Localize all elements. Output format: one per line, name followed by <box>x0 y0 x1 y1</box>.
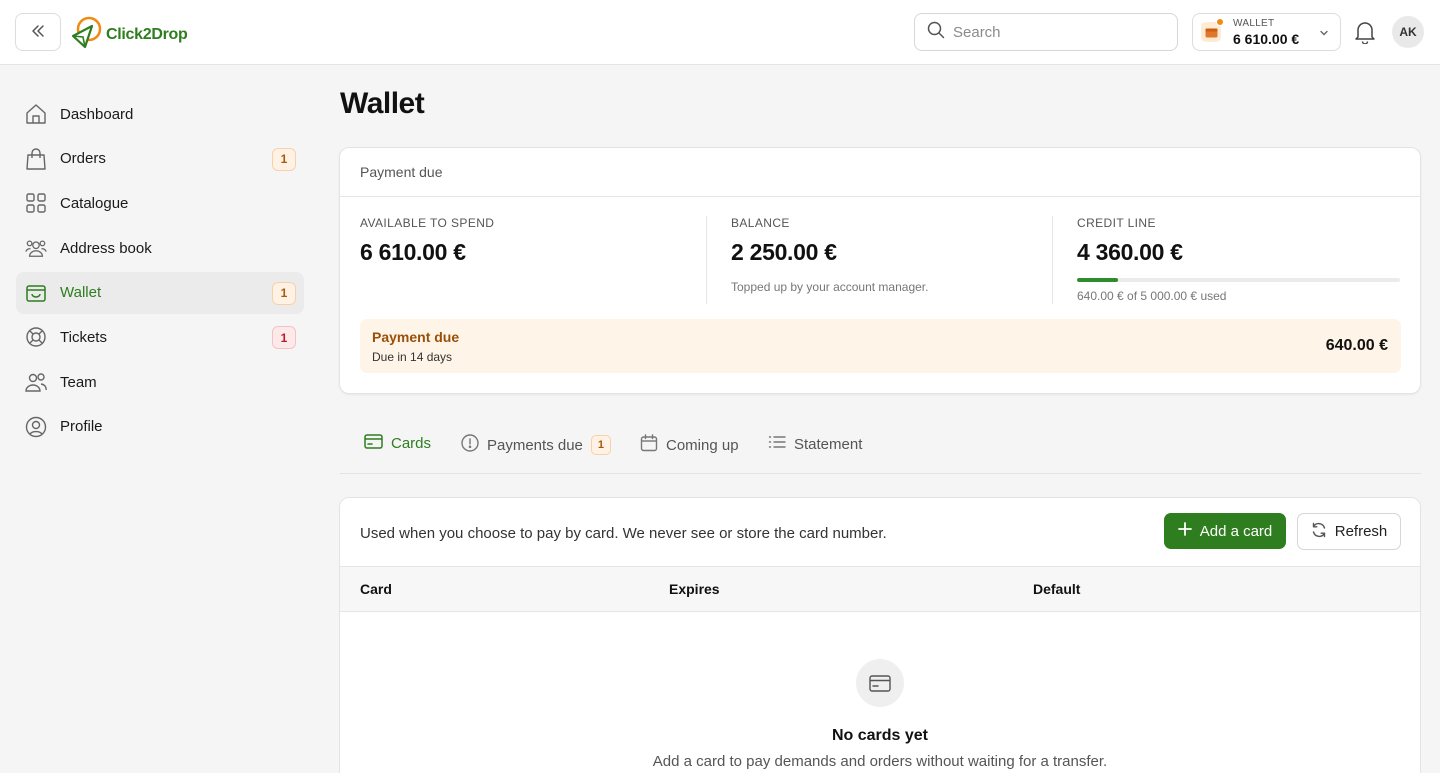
tickets-count-badge: 1 <box>272 326 296 350</box>
notification-dot <box>1216 18 1224 26</box>
payment-due-amount: 640.00 € <box>1325 337 1388 354</box>
sidebar-item-wallet[interactable]: Wallet 1 <box>16 271 304 314</box>
add-card-label: Add a card <box>1199 522 1273 540</box>
sidebar-item-label: Dashboard <box>60 105 134 123</box>
sidebar-item-label: Profile <box>60 418 103 436</box>
divider <box>706 216 707 304</box>
refresh-button[interactable]: Refresh <box>1297 513 1401 550</box>
sidebar-item-catalogue[interactable]: Catalogue <box>16 182 304 224</box>
cards-table-header: Card Expires Default <box>340 566 1420 612</box>
chevron-down-icon <box>1318 26 1330 44</box>
wallet-icon <box>1201 18 1224 42</box>
column-header-expires[interactable]: Expires <box>669 581 720 597</box>
tab-label: Payments due <box>487 436 583 454</box>
tab-label: Statement <box>794 435 863 453</box>
sidebar-item-tickets[interactable]: Tickets 1 <box>16 316 304 358</box>
refresh-label: Refresh <box>1334 523 1388 540</box>
tab-label: Cards <box>391 435 432 452</box>
payments-due-badge: 1 <box>590 435 611 455</box>
wallet-summary-card: Payment due AVAILABLE TO SPEND 6 610.00 … <box>339 147 1421 394</box>
bell-icon[interactable] <box>1354 20 1376 49</box>
search-icon <box>927 21 945 44</box>
lifebuoy-icon <box>25 326 47 348</box>
tab-coming-up[interactable]: Coming up <box>640 434 739 456</box>
sidebar-item-label: Team <box>60 373 97 391</box>
team-icon <box>25 371 47 393</box>
stats-row: AVAILABLE TO SPEND 6 610.00 € BALANCE 2 … <box>340 216 1420 308</box>
column-header-card[interactable]: Card <box>360 581 392 597</box>
tab-payments-due[interactable]: Payments due 1 <box>461 434 611 456</box>
top-bar: Click2Drop WALLET 6 610.00 € AK <box>0 0 1440 65</box>
balance-stat: BALANCE 2 250.00 € Topped up by your acc… <box>731 216 928 294</box>
available-stat: AVAILABLE TO SPEND 6 610.00 € <box>360 216 494 266</box>
sidebar-item-team[interactable]: Team <box>16 361 304 403</box>
empty-state-title: No cards yet <box>831 727 929 744</box>
collapse-sidebar-button[interactable] <box>15 13 61 51</box>
logo-mark-icon <box>70 14 104 55</box>
shopping-bag-icon <box>25 148 47 170</box>
page-title: Wallet <box>340 87 425 120</box>
sidebar-item-label: Address book <box>60 239 152 257</box>
wallet-amount: 6 610.00 € <box>1233 30 1300 47</box>
sidebar-item-address-book[interactable]: Address book <box>16 227 304 269</box>
credit-note: 640.00 € of 5 000.00 € used <box>1077 289 1227 303</box>
wallet-tabs: Cards Payments due 1 Coming up Statement <box>340 423 1421 474</box>
available-label: AVAILABLE TO SPEND <box>360 216 495 230</box>
credit-stat: CREDIT LINE 4 360.00 € 640.00 € of 5 000… <box>1077 216 1400 303</box>
credit-usage-bar <box>1077 278 1400 282</box>
payment-due-banner[interactable]: Payment due Due in 14 days 640.00 € <box>360 319 1401 373</box>
payment-due-subtitle: Due in 14 days <box>372 350 453 364</box>
calendar-icon <box>640 434 658 456</box>
credit-value: 4 360.00 € <box>1077 239 1183 265</box>
sidebar: Dashboard Orders 1 Catalogue Address boo… <box>16 93 304 451</box>
wallet-dropdown[interactable]: WALLET 6 610.00 € <box>1192 13 1341 51</box>
logo-text: Click2Drop <box>106 25 188 43</box>
sidebar-item-label: Tickets <box>60 328 107 346</box>
users-group-icon <box>25 237 47 259</box>
search-input[interactable] <box>953 23 1153 41</box>
add-card-button[interactable]: Add a card <box>1164 513 1286 549</box>
tab-statement[interactable]: Statement <box>768 434 862 454</box>
summary-header: Payment due <box>340 148 1420 197</box>
divider <box>1052 216 1053 304</box>
plus-icon <box>1177 522 1192 540</box>
avatar[interactable]: AK <box>1392 16 1424 48</box>
balance-label: BALANCE <box>731 216 790 230</box>
double-chevron-left-icon <box>29 22 47 43</box>
tab-label: Coming up <box>666 436 739 454</box>
alert-circle-icon <box>461 434 479 456</box>
column-header-default[interactable]: Default <box>1033 581 1080 597</box>
cards-panel: Used when you choose to pay by card. We … <box>339 497 1421 773</box>
grid-icon <box>25 192 47 214</box>
sidebar-item-orders[interactable]: Orders 1 <box>16 138 304 180</box>
home-icon <box>25 103 47 125</box>
sidebar-item-profile[interactable]: Profile <box>16 406 304 448</box>
empty-state-subtitle: Add a card to pay demands and orders wit… <box>652 753 1108 770</box>
payment-due-title: Payment due <box>372 329 460 345</box>
orders-count-badge: 1 <box>272 147 296 171</box>
sidebar-item-label: Orders <box>60 150 106 168</box>
balance-note: Topped up by your account manager. <box>731 280 929 294</box>
logo[interactable]: Click2Drop <box>70 14 188 55</box>
user-circle-icon <box>25 416 47 438</box>
balance-value: 2 250.00 € <box>731 239 837 265</box>
card-icon <box>364 434 383 453</box>
sidebar-item-label: Catalogue <box>60 194 129 212</box>
wallet-icon <box>25 282 47 304</box>
empty-state-card-icon <box>856 659 904 707</box>
credit-label: CREDIT LINE <box>1077 216 1156 230</box>
search-box[interactable] <box>914 13 1178 51</box>
refresh-icon <box>1311 522 1327 542</box>
tab-cards[interactable]: Cards <box>364 434 431 453</box>
available-value: 6 610.00 € <box>360 239 466 265</box>
wallet-label: WALLET <box>1233 17 1275 29</box>
cards-description: Used when you choose to pay by card. We … <box>360 525 887 542</box>
sidebar-item-label: Wallet <box>60 284 102 302</box>
sidebar-item-dashboard[interactable]: Dashboard <box>16 93 304 135</box>
list-icon <box>768 434 786 454</box>
wallet-count-badge: 1 <box>272 281 296 305</box>
credit-usage-fill <box>1077 278 1119 282</box>
